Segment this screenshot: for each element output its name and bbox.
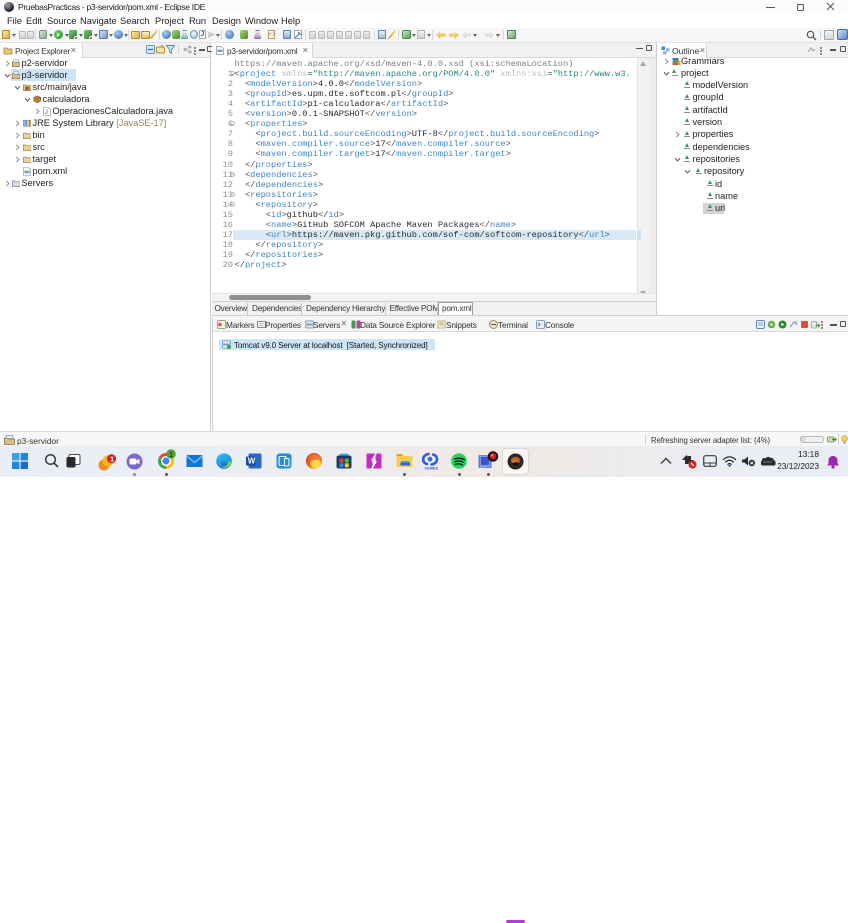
svg-text:1: 1 (110, 455, 114, 464)
svg-text:1: 1 (169, 452, 173, 459)
svg-text:W: W (248, 457, 256, 466)
svg-text:J: J (44, 109, 47, 116)
svg-text:GT: GT (512, 460, 518, 464)
svg-text:CEMES: CEMES (425, 467, 439, 471)
